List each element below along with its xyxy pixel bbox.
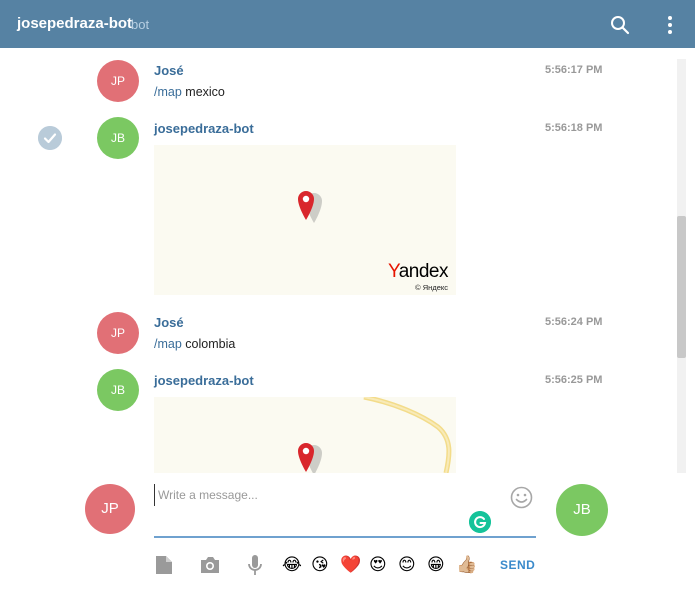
map-pin-icon bbox=[298, 191, 322, 223]
search-icon[interactable] bbox=[609, 14, 631, 36]
camera-icon[interactable] bbox=[199, 554, 221, 576]
microphone-icon[interactable] bbox=[244, 554, 266, 576]
scrollbar-thumb[interactable] bbox=[677, 216, 686, 358]
chat-header: josepedraza-bot bot bbox=[0, 0, 695, 48]
command-argument: colombia bbox=[185, 337, 236, 351]
message-time: 5:56:25 PM bbox=[545, 374, 603, 386]
emoji-blush[interactable]: 😊 bbox=[398, 555, 416, 575]
message-text: /map colombia bbox=[154, 337, 235, 351]
smile-icon[interactable] bbox=[510, 486, 533, 509]
grammarly-icon[interactable] bbox=[469, 511, 491, 533]
message-sender[interactable]: José bbox=[154, 63, 184, 78]
yandex-logo: Yandex bbox=[387, 261, 449, 282]
file-icon[interactable] bbox=[153, 554, 175, 576]
message-time: 5:56:18 PM bbox=[545, 122, 603, 134]
message-input[interactable] bbox=[154, 484, 504, 506]
map-pin-icon bbox=[298, 443, 322, 473]
check-icon[interactable] bbox=[38, 126, 62, 150]
telegram-chat-window: josepedraza-bot bot JP José 5:56:17 PM /… bbox=[0, 0, 695, 601]
message-time: 5:56:17 PM bbox=[545, 64, 603, 76]
avatar[interactable]: JP bbox=[97, 60, 139, 102]
message-sender[interactable]: josepedraza-bot bbox=[154, 373, 254, 388]
emoji-heart-eyes[interactable]: 😍 bbox=[369, 555, 387, 575]
avatar[interactable]: JB bbox=[97, 369, 139, 411]
input-underline bbox=[154, 536, 536, 538]
map-copyright: © Яндекс bbox=[415, 283, 448, 292]
peer-avatar[interactable]: JB bbox=[556, 484, 608, 536]
own-avatar[interactable]: JP bbox=[85, 484, 135, 534]
emoji-kiss[interactable]: 😘 bbox=[311, 555, 329, 575]
avatar[interactable]: JP bbox=[97, 312, 139, 354]
more-icon[interactable] bbox=[662, 14, 678, 36]
emoji-joy[interactable]: 😂 bbox=[282, 555, 302, 575]
chat-title[interactable]: josepedraza-bot bbox=[17, 15, 132, 32]
command-argument: mexico bbox=[185, 85, 225, 99]
emoji-heart[interactable]: ❤️ bbox=[340, 555, 361, 575]
send-button[interactable]: SEND bbox=[500, 558, 535, 572]
map-image[interactable]: Yandex © Яндекс bbox=[154, 145, 456, 295]
map-image[interactable] bbox=[154, 397, 456, 473]
bot-command-link[interactable]: /map bbox=[154, 337, 182, 351]
message-sender[interactable]: José bbox=[154, 315, 184, 330]
message-time: 5:56:24 PM bbox=[545, 316, 603, 328]
bot-command-link[interactable]: /map bbox=[154, 85, 182, 99]
message-text: /map mexico bbox=[154, 85, 225, 99]
emoji-grin[interactable]: 😁 bbox=[427, 555, 445, 575]
chat-subtitle: bot bbox=[131, 17, 150, 32]
emoji-thumbs-up[interactable]: 👍🏼 bbox=[456, 555, 477, 575]
avatar[interactable]: JB bbox=[97, 117, 139, 159]
message-sender[interactable]: josepedraza-bot bbox=[154, 121, 254, 136]
